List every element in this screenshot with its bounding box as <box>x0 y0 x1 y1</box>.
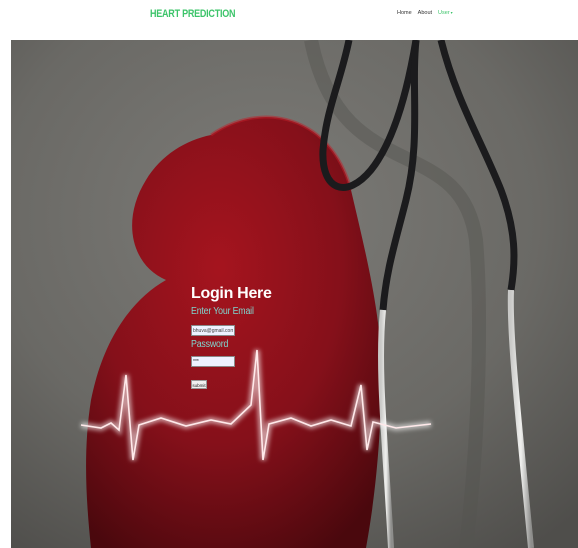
nav-home-link[interactable]: Home <box>397 10 412 16</box>
nav-user-dropdown[interactable]: User▾ <box>438 10 453 16</box>
nav-about-link[interactable]: About <box>418 10 432 16</box>
navbar: HEART PREDICTION Home About User▾ <box>0 0 578 30</box>
password-field[interactable] <box>191 356 235 367</box>
brand-logo[interactable]: HEART PREDICTION <box>150 8 236 20</box>
submit-button[interactable]: submit <box>191 380 207 389</box>
heart-stethoscope-image <box>11 40 578 548</box>
login-heading: Login Here <box>191 285 272 302</box>
hero-background-image <box>11 40 578 548</box>
chevron-down-icon: ▾ <box>450 10 453 15</box>
nav-links: Home About User▾ <box>397 10 453 16</box>
password-label: Password <box>191 339 229 350</box>
email-field[interactable] <box>191 325 235 336</box>
email-label: Enter Your Email <box>191 306 254 317</box>
nav-user-label: User <box>438 10 450 16</box>
